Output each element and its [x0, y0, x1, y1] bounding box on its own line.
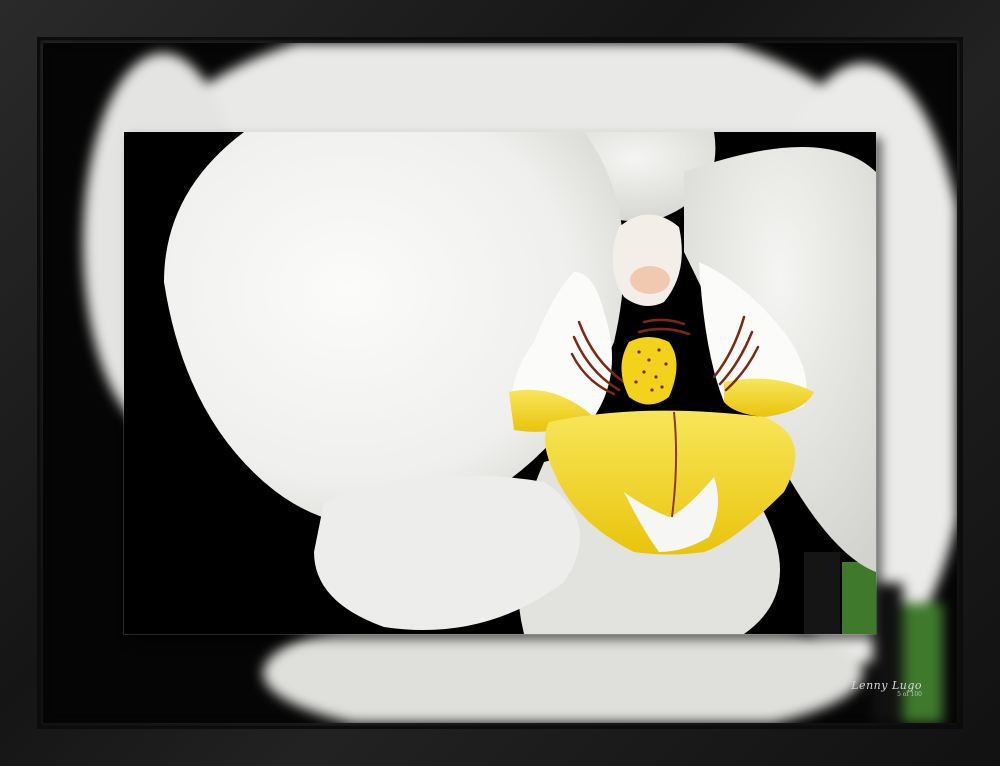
- orchid-photo: [123, 131, 877, 635]
- artist-signature: Lenny Lugo 5 of 100: [851, 680, 922, 698]
- signature-name: Lenny Lugo: [851, 678, 922, 692]
- edition-number: 5 of 100: [897, 690, 922, 698]
